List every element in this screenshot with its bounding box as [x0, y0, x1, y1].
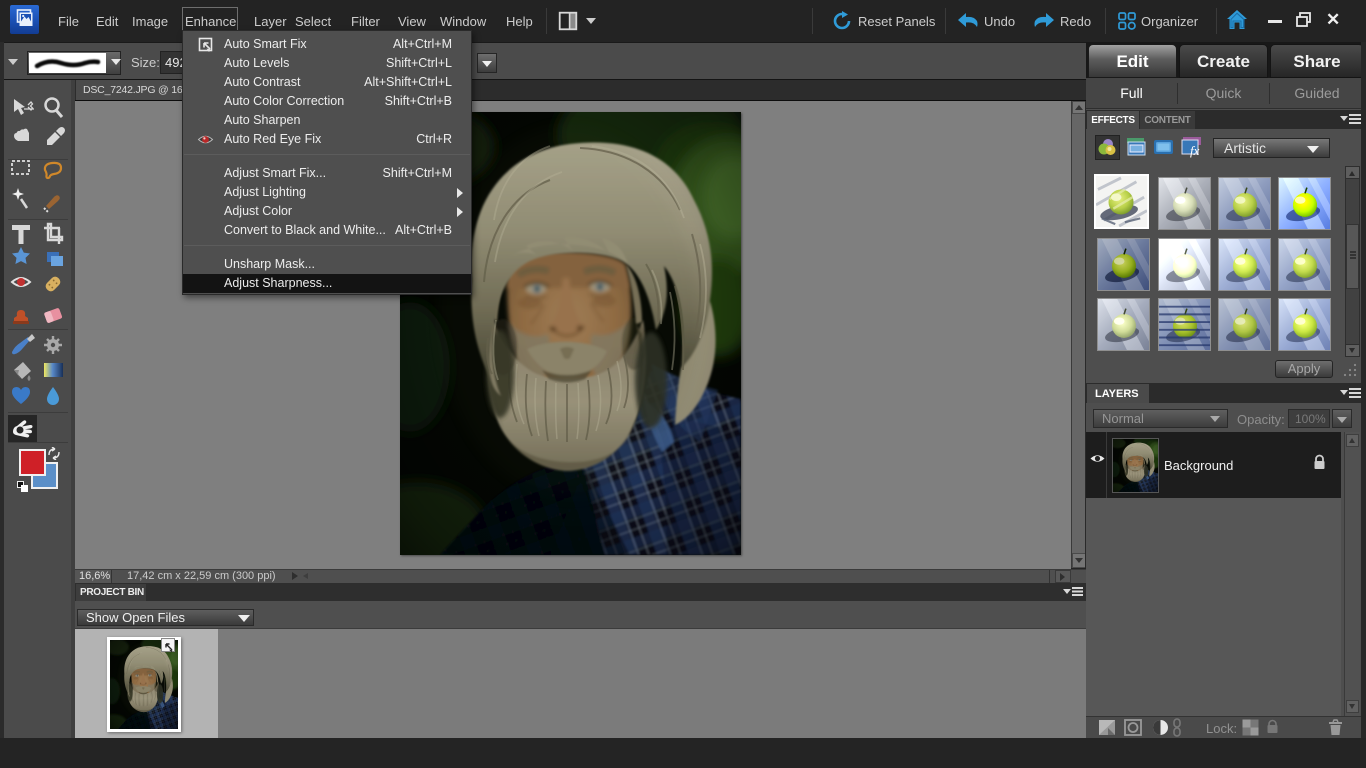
svg-text:fx: fx [1190, 143, 1200, 158]
